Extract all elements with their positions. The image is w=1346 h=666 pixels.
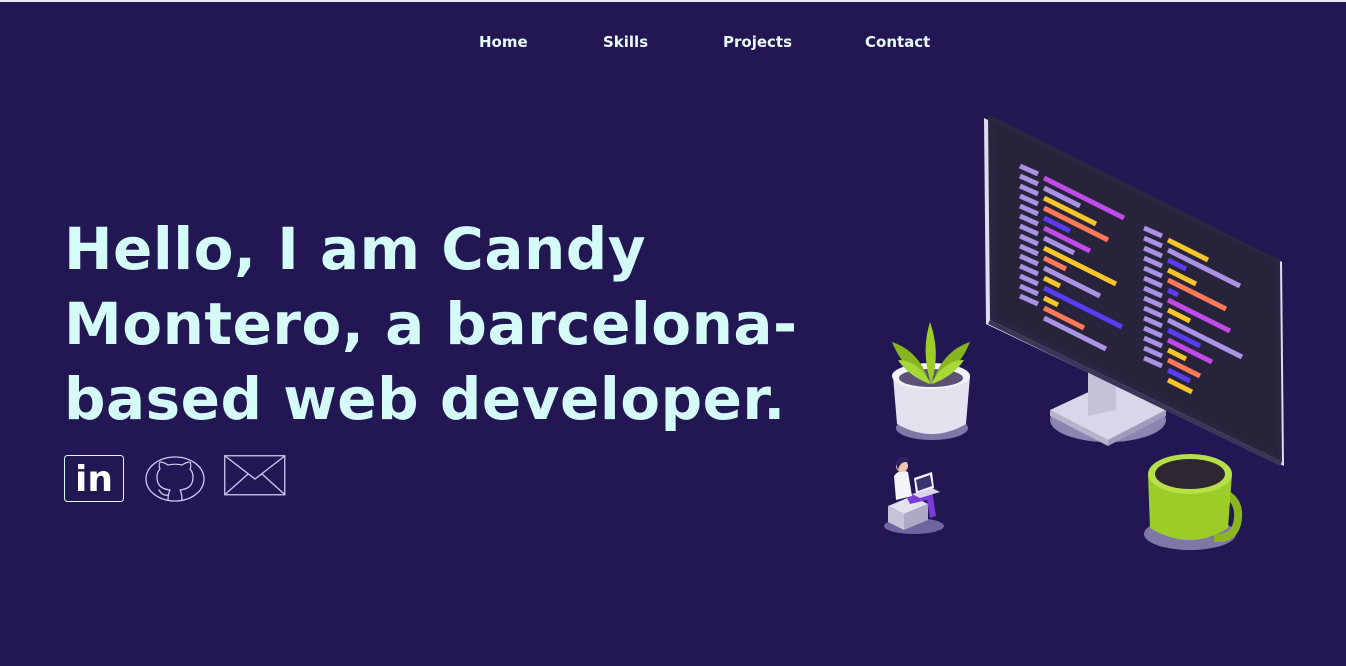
github-icon[interactable] bbox=[144, 455, 206, 503]
top-border bbox=[0, 0, 1346, 2]
person-icon bbox=[884, 456, 944, 534]
mail-icon[interactable] bbox=[224, 455, 286, 497]
main-nav: Home Skills Projects Contact bbox=[0, 32, 1346, 54]
workspace-illustration bbox=[884, 114, 1284, 550]
nav-projects-link[interactable]: Projects bbox=[723, 32, 792, 52]
plant-icon bbox=[892, 322, 970, 440]
nav-home-link[interactable]: Home bbox=[479, 32, 528, 52]
linkedin-icon[interactable]: in bbox=[64, 455, 124, 502]
hero-title: Hello, I am Candy Montero, a barcelona-b… bbox=[64, 215, 798, 433]
nav-skills-link[interactable]: Skills bbox=[603, 32, 648, 52]
linkedin-icon-text: in bbox=[75, 459, 113, 500]
coffee-mug-icon bbox=[1144, 454, 1243, 550]
nav-contact-link[interactable]: Contact bbox=[865, 32, 930, 52]
